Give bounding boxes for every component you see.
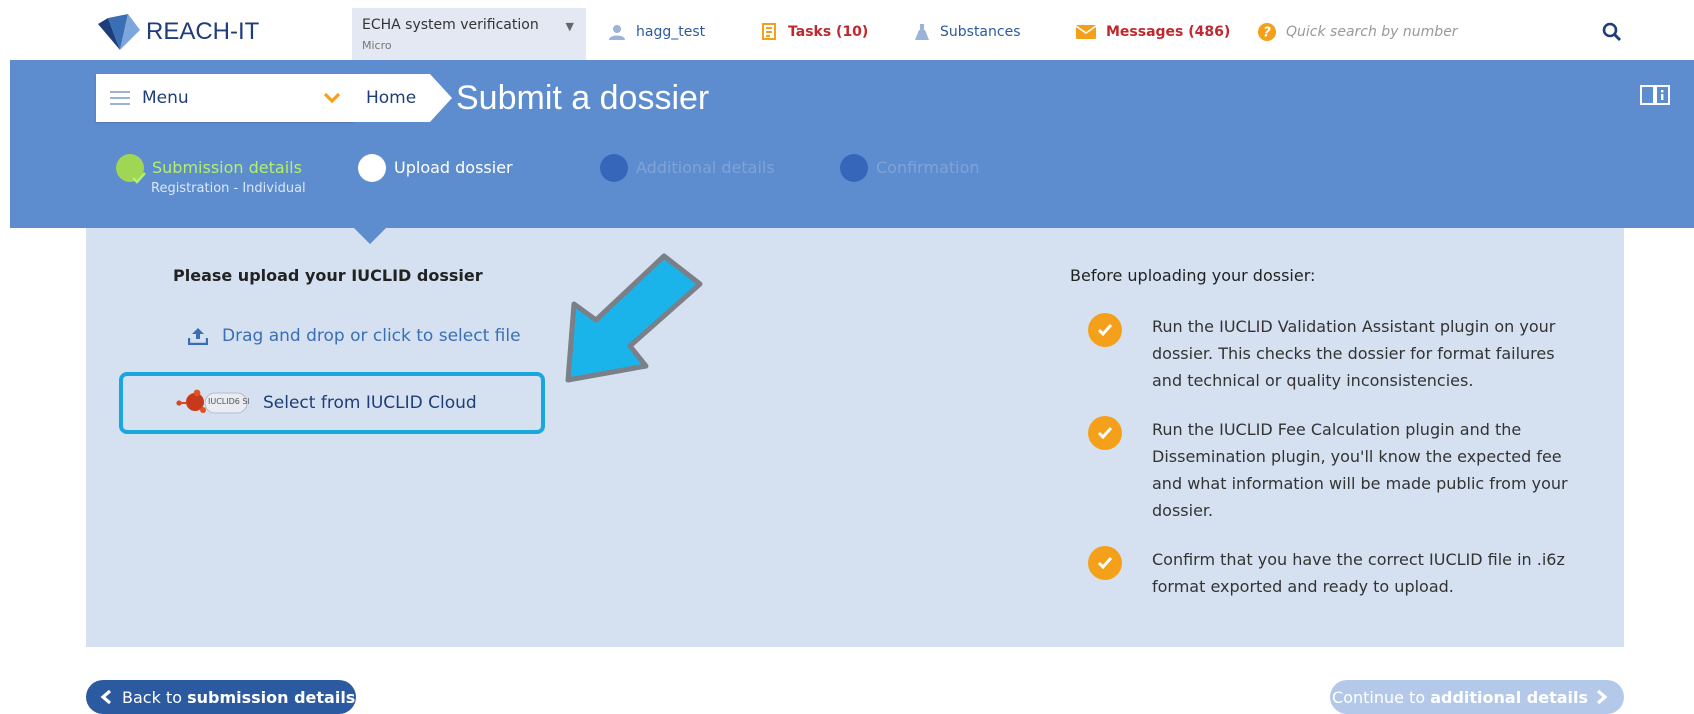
step-done-indicator bbox=[116, 154, 146, 184]
iuclid-cloud-logo-text: IUCLID6 SME bbox=[208, 397, 249, 406]
file-drop-label: Drag and drop or click to select file bbox=[222, 326, 521, 346]
before-upload-item-text: Run the IUCLID Validation Assistant plug… bbox=[1152, 317, 1556, 390]
before-upload-item-text: Confirm that you have the correct IUCLID… bbox=[1152, 550, 1565, 596]
step-pointer bbox=[354, 228, 386, 244]
quick-search-placeholder: Quick search by number bbox=[1286, 24, 1458, 40]
step-confirmation: Confirmation bbox=[840, 154, 980, 184]
messages-link[interactable]: Messages (486) bbox=[1076, 22, 1230, 42]
step-submission-details-label: Submission details bbox=[152, 158, 302, 177]
messages-label: Messages (486) bbox=[1106, 24, 1231, 40]
user-name: hagg_test bbox=[636, 24, 706, 40]
check-circle-icon bbox=[1088, 416, 1122, 450]
hamburger-icon bbox=[110, 91, 130, 105]
reach-it-logo-icon bbox=[98, 14, 140, 50]
upload-icon bbox=[188, 328, 208, 345]
file-drop-zone[interactable]: Drag and drop or click to select file bbox=[188, 324, 521, 348]
caret-down-icon: ▼ bbox=[565, 20, 574, 33]
breadcrumb-home[interactable]: Home bbox=[354, 74, 430, 122]
book-icon bbox=[1640, 85, 1670, 105]
help-icon[interactable]: ? bbox=[1258, 23, 1276, 41]
menu-label: Menu bbox=[142, 88, 189, 108]
step-pending-indicator bbox=[600, 154, 628, 182]
user-menu[interactable]: hagg_test bbox=[608, 22, 705, 42]
top-bar: REACH-IT ECHA system verification Micro … bbox=[0, 0, 1694, 60]
envelope-icon bbox=[1076, 25, 1096, 39]
step-pending-indicator bbox=[840, 154, 868, 182]
before-upload-item: Confirm that you have the correct IUCLID… bbox=[1088, 546, 1568, 600]
user-icon bbox=[609, 25, 625, 40]
breadcrumb-arrow bbox=[430, 74, 452, 122]
step-current-indicator bbox=[358, 154, 386, 182]
breadcrumb-home-label: Home bbox=[366, 88, 417, 108]
step-upload-dossier: Upload dossier bbox=[358, 154, 513, 184]
back-to-submission-details-button[interactable]: Back to submission details bbox=[86, 680, 356, 714]
iuclid-cloud-label: Select from IUCLID Cloud bbox=[263, 393, 477, 413]
substances-link[interactable]: Substances bbox=[914, 22, 1021, 42]
back-button-label: Back to submission details bbox=[122, 687, 356, 707]
chevron-left-icon bbox=[100, 690, 112, 704]
pointer-arrow-icon bbox=[565, 253, 703, 383]
substances-label: Substances bbox=[940, 24, 1021, 40]
check-circle-icon bbox=[1088, 313, 1122, 347]
search-icon bbox=[1602, 22, 1622, 42]
tasks-label: Tasks (10) bbox=[788, 24, 869, 40]
step-submission-details-sub: Registration - Individual bbox=[151, 181, 306, 196]
tasks-link[interactable]: Tasks (10) bbox=[762, 22, 868, 42]
main-menu-button[interactable]: Menu bbox=[96, 74, 354, 122]
logo-text: REACH-IT bbox=[146, 18, 260, 45]
step-upload-dossier-label: Upload dossier bbox=[394, 158, 513, 177]
search-button[interactable] bbox=[1602, 22, 1624, 44]
quick-search-field[interactable]: ? Quick search by number bbox=[1258, 22, 1458, 42]
chevron-down-icon bbox=[324, 92, 340, 104]
chevron-right-icon bbox=[1596, 690, 1608, 704]
organisation-name: ECHA system verification bbox=[362, 17, 539, 33]
organisation-size: Micro bbox=[362, 39, 392, 52]
step-additional-details-label: Additional details bbox=[636, 158, 775, 177]
before-upload-item: Run the IUCLID Fee Calculation plugin an… bbox=[1088, 416, 1568, 524]
step-submission-details[interactable]: Submission details bbox=[116, 154, 302, 184]
tasks-icon bbox=[762, 23, 776, 40]
before-upload-item-text: Run the IUCLID Fee Calculation plugin an… bbox=[1152, 420, 1568, 520]
reach-it-logo[interactable]: REACH-IT bbox=[96, 12, 259, 52]
check-circle-icon bbox=[1088, 546, 1122, 580]
step-confirmation-label: Confirmation bbox=[876, 158, 980, 177]
svg-text:?: ? bbox=[1263, 26, 1271, 41]
upload-heading: Please upload your IUCLID dossier bbox=[173, 266, 483, 285]
manual-button[interactable] bbox=[1640, 84, 1670, 108]
iuclid-cloud-button[interactable]: IUCLID6 SME Select from IUCLID Cloud bbox=[119, 372, 545, 434]
iuclid-cloud-logo: IUCLID6 SME bbox=[176, 389, 249, 414]
organisation-select[interactable]: ECHA system verification Micro ▼ bbox=[352, 8, 586, 60]
step-additional-details: Additional details bbox=[600, 154, 775, 184]
before-upload-item: Run the IUCLID Validation Assistant plug… bbox=[1088, 313, 1568, 394]
page-title: Submit a dossier bbox=[456, 79, 710, 117]
continue-to-additional-details-button[interactable]: Continue to additional details bbox=[1330, 680, 1624, 714]
continue-button-label: Continue to additional details bbox=[1332, 687, 1588, 707]
check-icon bbox=[132, 172, 146, 184]
before-upload-heading: Before uploading your dossier: bbox=[1070, 266, 1316, 285]
flask-icon bbox=[915, 24, 929, 40]
